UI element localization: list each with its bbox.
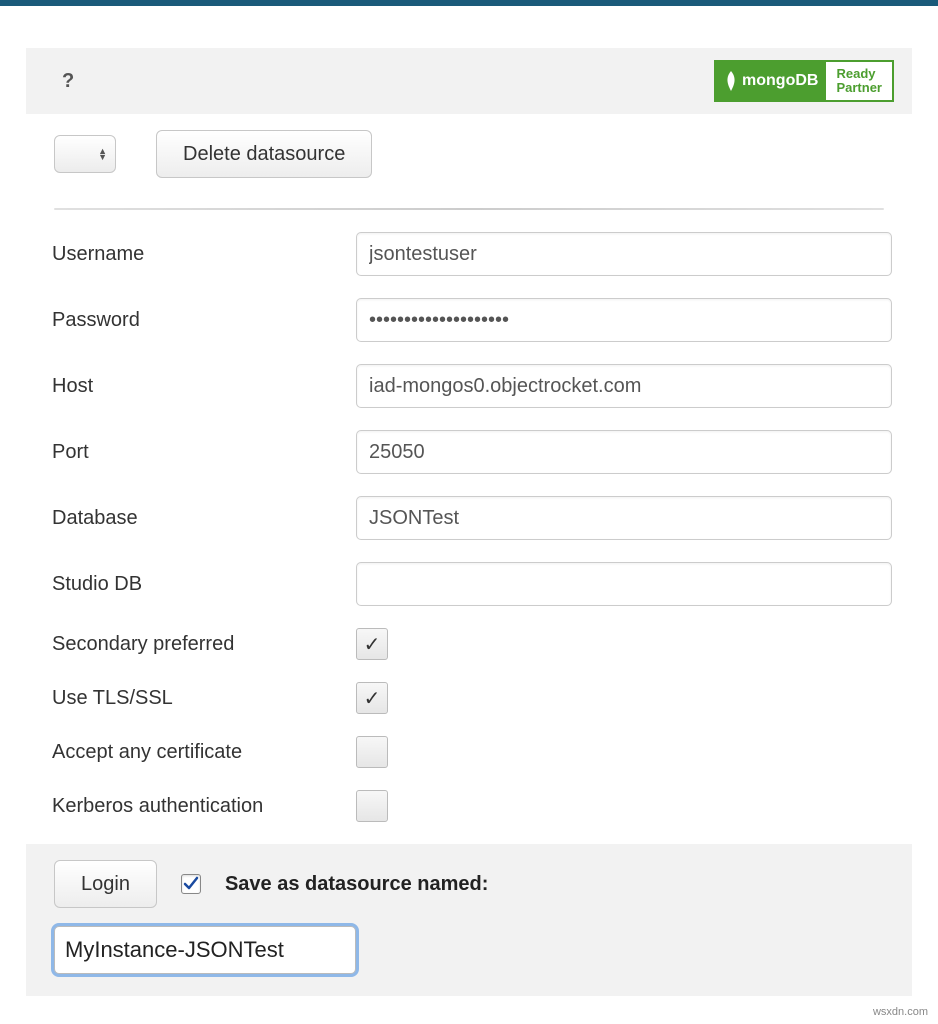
save-as-checkbox[interactable] — [181, 874, 201, 894]
connection-form: Username Password Host Port Database Stu… — [46, 232, 892, 822]
check-icon: ✓ — [364, 686, 381, 711]
row-username: Username — [46, 232, 892, 276]
row-host: Host — [46, 364, 892, 408]
label-username: Username — [46, 243, 356, 266]
row-anycert: Accept any certificate ✓ — [46, 736, 892, 768]
studiodb-input[interactable] — [356, 562, 892, 606]
row-secondary: Secondary preferred ✓ — [46, 628, 892, 660]
label-tls: Use TLS/SSL — [46, 687, 356, 710]
toolbar: ▲▼ Delete datasource — [54, 130, 884, 178]
datasource-name-input[interactable] — [54, 926, 356, 974]
label-secondary: Secondary preferred — [46, 633, 356, 656]
divider — [54, 208, 884, 210]
row-database: Database — [46, 496, 892, 540]
row-password: Password — [46, 298, 892, 342]
tls-checkbox[interactable]: ✓ — [356, 682, 388, 714]
label-anycert: Accept any certificate — [46, 741, 356, 764]
port-input[interactable] — [356, 430, 892, 474]
footer-top: Login Save as datasource named: — [54, 860, 884, 908]
check-icon — [183, 876, 199, 892]
datasource-dropdown[interactable]: ▲▼ — [54, 135, 116, 173]
row-tls: Use TLS/SSL ✓ — [46, 682, 892, 714]
save-as-label: Save as datasource named: — [225, 873, 488, 896]
label-kerberos: Kerberos authentication — [46, 795, 356, 818]
label-host: Host — [46, 375, 356, 398]
label-studiodb: Studio DB — [46, 573, 356, 596]
badge-line2: Partner — [836, 81, 882, 95]
label-port: Port — [46, 441, 356, 464]
badge-status: Ready Partner — [826, 62, 892, 100]
database-input[interactable] — [356, 496, 892, 540]
label-database: Database — [46, 507, 356, 530]
host-input[interactable] — [356, 364, 892, 408]
mongodb-partner-badge: mongoDB Ready Partner — [714, 60, 894, 102]
footer-panel: Login Save as datasource named: — [26, 844, 912, 996]
help-icon[interactable]: ? — [62, 70, 74, 93]
badge-brand-text: mongoDB — [742, 72, 818, 90]
stepper-icon: ▲▼ — [98, 148, 107, 160]
row-kerberos: Kerberos authentication ✓ — [46, 790, 892, 822]
header-bar: ? mongoDB Ready Partner — [26, 48, 912, 114]
row-port: Port — [46, 430, 892, 474]
top-strip — [0, 0, 938, 6]
label-password: Password — [46, 309, 356, 332]
watermark: wsxdn.com — [873, 1006, 928, 1018]
badge-line1: Ready — [836, 67, 882, 81]
kerberos-checkbox[interactable]: ✓ — [356, 790, 388, 822]
badge-brand: mongoDB — [716, 62, 826, 100]
check-icon: ✓ — [364, 632, 381, 657]
leaf-icon — [724, 70, 738, 92]
secondary-checkbox[interactable]: ✓ — [356, 628, 388, 660]
delete-datasource-button[interactable]: Delete datasource — [156, 130, 372, 178]
login-button[interactable]: Login — [54, 860, 157, 908]
password-input[interactable] — [356, 298, 892, 342]
anycert-checkbox[interactable]: ✓ — [356, 736, 388, 768]
row-studiodb: Studio DB — [46, 562, 892, 606]
username-input[interactable] — [356, 232, 892, 276]
